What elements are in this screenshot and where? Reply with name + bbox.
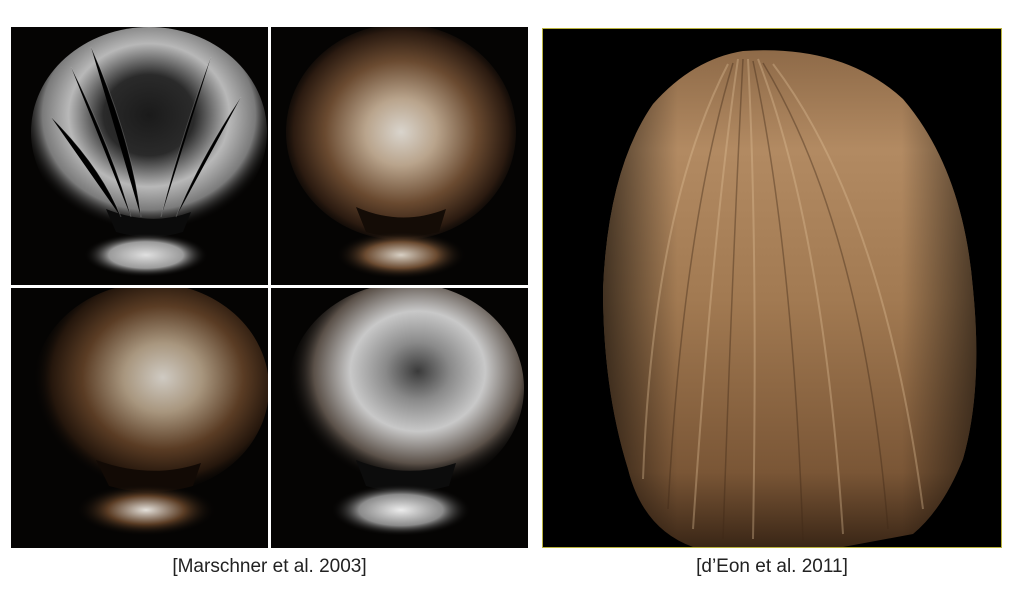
hair-render-top-right bbox=[271, 27, 528, 285]
caption-marschner: [Marschner et al. 2003] bbox=[172, 556, 367, 577]
hair-render-bottom-left bbox=[11, 288, 268, 548]
caption-deon: [d’Eon et al. 2011] bbox=[696, 556, 848, 577]
hair-render-top-left bbox=[11, 27, 268, 285]
hair-render-bottom-right bbox=[271, 288, 528, 548]
hair-render-deon bbox=[542, 28, 1002, 548]
